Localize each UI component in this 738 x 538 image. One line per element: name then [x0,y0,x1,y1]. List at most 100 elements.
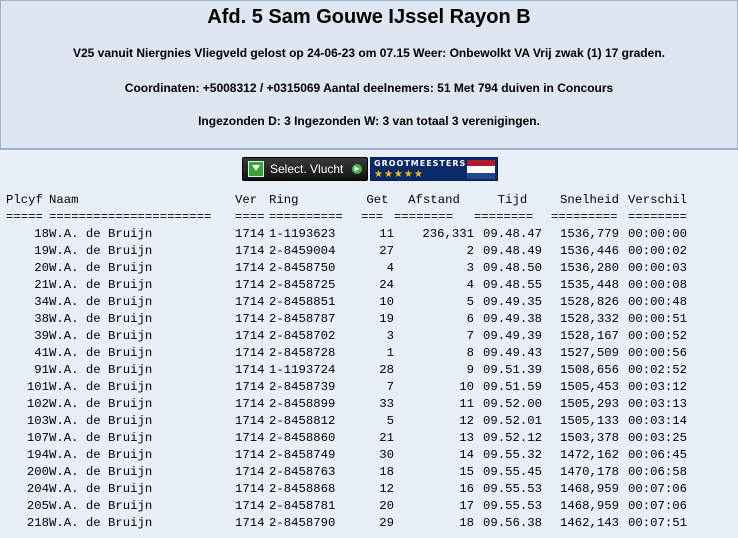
header-time: Tijd [497,193,528,207]
table-row: 18 W.A. de Bruijn 1714 1-1193623 11 236,331 09… [6,226,698,243]
table-row: 102 W.A. de Bruijn 1714 2-8458899 33 11 09.52.… [6,396,698,413]
cell-name: W.A. de Bruijn [49,346,153,360]
cell-diff: 00:00:51 [628,312,688,326]
cell-time: 09.55.45 [482,465,543,479]
cell-ver[interactable]: 1714 [235,464,269,481]
cell-ver[interactable]: 1714 [235,294,269,311]
cell-name: W.A. de Bruijn [49,482,153,496]
cell-ver[interactable]: 1714 [235,379,269,396]
stars-icon: ★★★★★ [374,169,424,180]
cell-ver[interactable]: 1714 [235,328,269,345]
separator-distance: ======== [394,210,454,224]
cell-ver[interactable]: 1714 [235,396,269,413]
table-row: 204 W.A. de Bruijn 1714 2-8458868 12 16 09.55.… [6,481,698,498]
cell-speed: 1472,162 [559,448,620,462]
page-title: Afd. 5 Sam Gouwe IJssel Rayon B [207,6,531,28]
separator-name: ====================== [49,210,212,224]
cell-place: 21 [34,278,49,292]
cell-ver[interactable]: 1714 [235,447,269,464]
table-row: 200 W.A. de Bruijn 1714 2-8458763 18 15 09.55.… [6,464,698,481]
cell-distance: 2 [466,244,474,258]
table-row: 218 W.A. de Bruijn 1714 2-8458790 29 18 09.56.… [6,515,698,532]
cell-diff: 00:00:03 [628,261,688,275]
cell-ring: 2-8458899 [269,397,336,411]
cell-diff: 00:00:48 [628,295,688,309]
cell-name: W.A. de Bruijn [49,431,153,445]
cell-time: 09.52.01 [482,414,543,428]
cell-get: 1 [386,346,394,360]
table-row: 39 W.A. de Bruijn 1714 2-8458702 3 7 09.49.39 1… [6,328,698,345]
cell-ver[interactable]: 1714 [235,226,269,243]
cell-time: 09.51.39 [482,363,543,377]
header-ring: Ring [269,193,299,207]
cell-place: 20 [34,261,49,275]
cell-ver[interactable]: 1714 [235,498,269,515]
cell-place: 39 [34,329,49,343]
cell-ver[interactable]: 1714 [235,515,269,532]
cell-ver[interactable]: 1714 [235,311,269,328]
table-row: 19 W.A. de Bruijn 1714 2-8459004 27 2 09.48.49… [6,243,698,260]
table-row: 21 W.A. de Bruijn 1714 2-8458725 24 4 09.48.55… [6,277,698,294]
cell-distance: 17 [459,499,474,513]
cell-name: W.A. de Bruijn [49,278,153,292]
cell-time: 09.55.32 [482,448,543,462]
cell-distance: 7 [466,329,474,343]
cell-place: 200 [26,465,49,479]
cell-ver[interactable]: 1714 [235,345,269,362]
table-row: 205 W.A. de Bruijn 1714 2-8458781 20 17 09.55.… [6,498,698,515]
cell-ring: 2-8458750 [269,261,336,275]
results-table: Plcyf Naam Ver Ring Get Afstand Tijd Snelheid Ve… [6,192,698,532]
cell-speed: 1508,656 [559,363,620,377]
cell-diff: 00:03:25 [628,431,688,445]
cell-ver[interactable]: 1714 [235,243,269,260]
header-name: Naam [49,193,79,207]
cell-name: W.A. de Bruijn [49,329,153,343]
cell-speed: 1528,826 [559,295,620,309]
cell-get: 12 [379,482,394,496]
cell-place: 103 [26,414,49,428]
cell-speed: 1468,959 [559,482,620,496]
cell-speed: 1536,280 [559,261,620,275]
cell-name: W.A. de Bruijn [49,448,153,462]
cell-diff: 00:07:06 [628,499,688,513]
submission-info: Ingezonden D: 3 Ingezonden W: 3 van tota… [198,114,540,128]
cell-distance: 11 [459,397,474,411]
cell-time: 09.48.55 [482,278,543,292]
cell-ring: 2-8458781 [269,499,336,513]
cell-speed: 1505,293 [559,397,620,411]
cell-ver[interactable]: 1714 [235,260,269,277]
separator-ring: ========== [269,210,343,224]
cell-time: 09.52.00 [482,397,543,411]
cell-ring: 2-8458728 [269,346,336,360]
cell-time: 09.56.38 [482,516,543,530]
cell-distance: 13 [459,431,474,445]
cell-speed: 1468,959 [559,499,620,513]
cell-name: W.A. de Bruijn [49,312,153,326]
download-icon [248,161,264,177]
cell-ver[interactable]: 1714 [235,430,269,447]
table-row: 194 W.A. de Bruijn 1714 2-8458749 30 14 09.55.… [6,447,698,464]
header-place: Plcyf [6,193,43,207]
cell-time: 09.48.47 [482,227,543,241]
separator-diff: ======== [628,210,688,224]
cell-ver[interactable]: 1714 [235,362,269,379]
cell-place: 102 [26,397,49,411]
cell-speed: 1505,453 [559,380,620,394]
cell-ring: 2-8458702 [269,329,336,343]
cell-name: W.A. de Bruijn [49,295,153,309]
cell-place: 107 [26,431,49,445]
cell-time: 09.52.12 [482,431,543,445]
cell-ver[interactable]: 1714 [235,277,269,294]
cell-time: 09.48.50 [482,261,543,275]
select-flight-button[interactable]: Select. Vlucht ► [242,157,368,181]
cell-ver[interactable]: 1714 [235,413,269,430]
arrow-right-icon: ► [352,164,362,174]
cell-place: 91 [34,363,49,377]
header-diff: Verschil [628,193,688,207]
coordinates-info: Coordinaten: +5008312 / +0315069 Aantal … [124,81,614,95]
cell-get: 4 [386,261,394,275]
cell-diff: 00:03:12 [628,380,688,394]
cell-ring: 2-8458739 [269,380,336,394]
cell-ver[interactable]: 1714 [235,481,269,498]
grootmeesters-logo[interactable]: GROOTMEESTERS ★★★★★ [370,157,498,181]
